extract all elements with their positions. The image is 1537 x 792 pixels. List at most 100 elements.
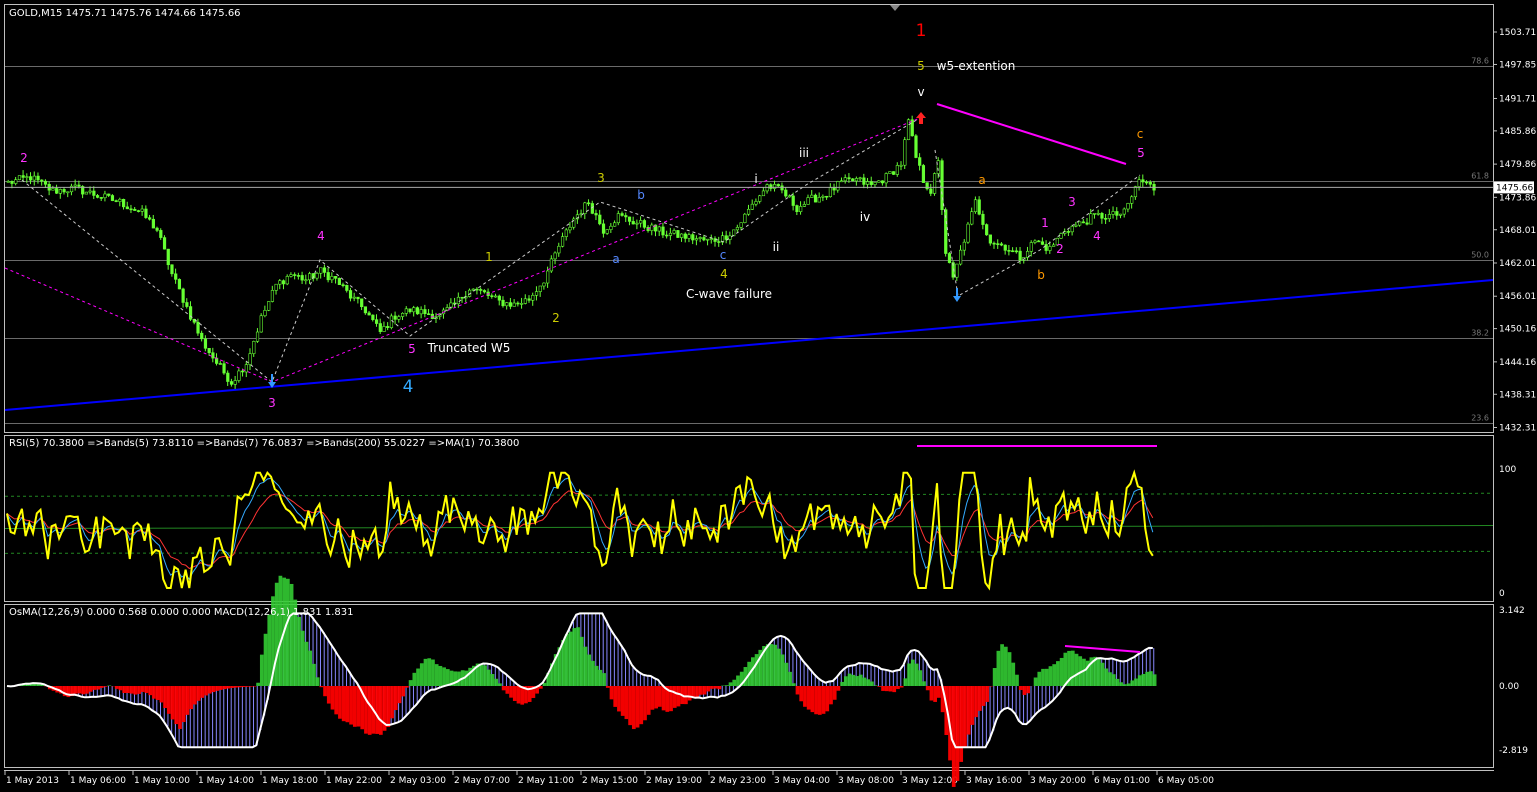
osma-bar	[963, 686, 967, 747]
candle-body	[248, 353, 252, 365]
candle-body	[601, 223, 606, 234]
osma-bar	[1037, 671, 1042, 686]
osma-bar	[222, 686, 227, 690]
osma-bar	[672, 686, 677, 708]
candle-body	[237, 370, 241, 381]
osma-bar	[390, 686, 394, 719]
chart-canvas[interactable]: 78.6 61.8 50.0 38.2 23.6 1503.71 1497.85 1491.…	[0, 0, 1537, 792]
osma-bar	[840, 681, 844, 686]
osma-bar	[777, 648, 781, 686]
candle-body	[549, 258, 554, 272]
candle-body	[977, 199, 981, 215]
candle-body	[270, 290, 275, 302]
candle-body	[315, 272, 319, 279]
osma-bar	[598, 669, 603, 686]
osma-bar	[330, 686, 335, 710]
candle-body	[531, 294, 535, 301]
osma-bar	[483, 665, 487, 686]
price-tick-label: 1450.16	[1499, 325, 1536, 335]
osma-bar	[304, 641, 309, 686]
osma-bar	[230, 686, 234, 688]
candle-body	[352, 296, 356, 299]
wave-label: 4	[403, 377, 414, 397]
candle-body	[613, 222, 617, 227]
osma-bar	[237, 686, 242, 688]
price-tick-label: 1432.31	[1499, 424, 1536, 434]
wave-label: 5	[1137, 146, 1145, 160]
osma-bar	[286, 578, 290, 686]
candle-body	[921, 165, 926, 183]
candle-body	[494, 295, 498, 298]
time-tick-label: 3 May 04:00	[774, 776, 830, 786]
osma-bar	[1000, 644, 1004, 686]
osma-bar	[568, 631, 573, 686]
candle-body	[356, 296, 360, 300]
time-tick-label: 1 May 22:00	[326, 776, 382, 786]
candle-body	[95, 195, 100, 198]
candle-body	[520, 303, 524, 305]
candle-body	[546, 270, 550, 284]
osma-bar	[148, 686, 153, 696]
candle-body	[92, 190, 96, 196]
osma-bar	[326, 686, 331, 704]
price-tick-label: 1485.86	[1499, 127, 1536, 137]
osma-bar	[185, 686, 190, 715]
osma-bar	[364, 686, 368, 734]
osma-bar	[658, 686, 662, 707]
candle-body	[553, 252, 557, 260]
osma-bar	[985, 686, 990, 702]
wave-label: a	[978, 173, 985, 187]
osma-bar	[512, 686, 517, 701]
osma-bar	[211, 686, 216, 693]
candle-body	[1089, 213, 1093, 225]
osma-bar	[1070, 650, 1075, 686]
candle-body	[676, 230, 680, 238]
candle-body	[1070, 225, 1074, 233]
candle-body	[1085, 222, 1089, 225]
candle-body	[784, 189, 788, 197]
candle-body	[598, 214, 602, 225]
candle-body	[211, 352, 215, 359]
candle-body	[523, 298, 527, 304]
candle-body	[337, 278, 341, 286]
candle-body	[966, 223, 970, 243]
current-price-label: 1475.66	[1496, 183, 1533, 193]
time-tick-label: 3 May 08:00	[838, 776, 894, 786]
candle-body	[1018, 250, 1022, 261]
candle-body	[1111, 211, 1115, 215]
candle-body	[832, 187, 836, 191]
wave-label: b	[637, 188, 645, 202]
osma-bar	[204, 686, 208, 696]
candle-body	[758, 195, 762, 202]
candle-body	[806, 197, 810, 205]
time-tick-label: 2 May 19:00	[646, 776, 702, 786]
candle-body	[594, 213, 598, 216]
candle-body	[672, 230, 676, 234]
osma-bar	[88, 686, 93, 692]
candle-body	[973, 199, 978, 213]
osma-bar	[732, 679, 737, 686]
osma-bar	[289, 583, 294, 686]
osma-bar	[114, 686, 119, 689]
candle-body	[799, 206, 803, 213]
candle-body	[717, 241, 721, 243]
wave-label: 2	[1056, 242, 1064, 256]
candle-body	[1078, 221, 1082, 226]
osma-bar	[1007, 652, 1012, 686]
candle-body	[386, 326, 390, 328]
osma-bar	[352, 686, 357, 727]
price-tick-label: 1444.16	[1499, 358, 1536, 368]
osma-bar	[1044, 668, 1049, 686]
candle-body	[1137, 179, 1141, 187]
candle-body	[739, 222, 743, 228]
osma-bar	[937, 686, 941, 698]
candle-body	[155, 227, 159, 231]
osma-bar	[877, 686, 882, 687]
candle-body	[144, 208, 148, 218]
osma-bar	[375, 686, 379, 734]
candle-body	[129, 208, 133, 211]
candle-body	[408, 308, 412, 313]
osma-bar	[903, 678, 908, 686]
candle-body	[259, 315, 263, 333]
candle-body	[791, 195, 795, 206]
